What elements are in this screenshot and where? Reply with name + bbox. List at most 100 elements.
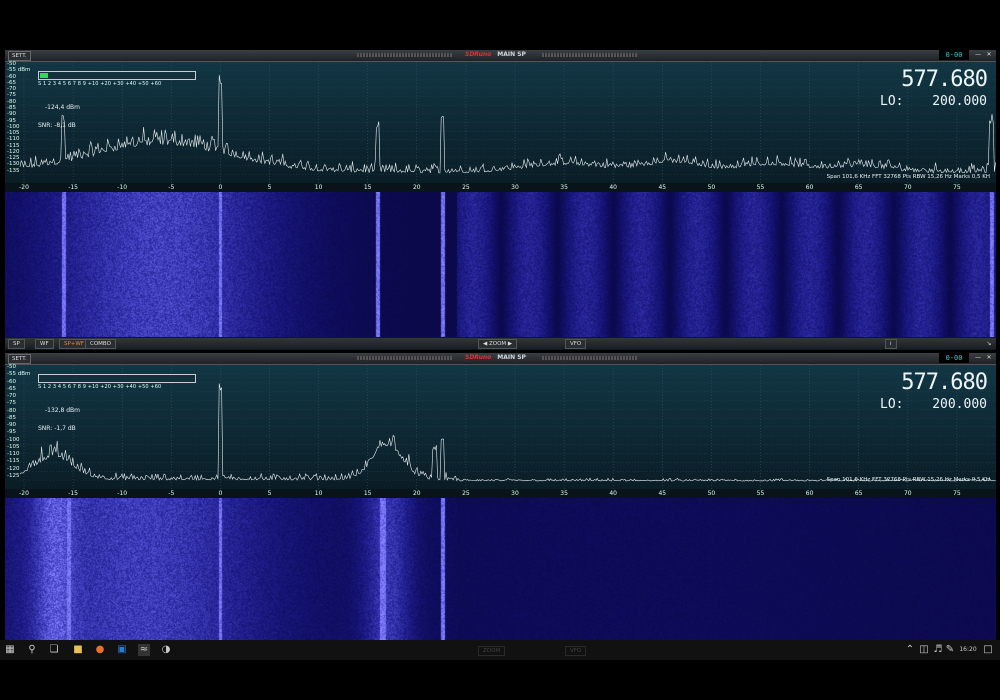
freq-tick-label: -20 — [19, 184, 29, 191]
db-tick-label: -70 — [7, 86, 16, 93]
panel-toolbar: SP WF SP+WF COMBO ◀ ZOOM ▶ VFO i ↘ — [5, 338, 996, 349]
freq-tick-label: -15 — [68, 490, 78, 497]
zoom-left-icon[interactable]: ◀ — [483, 341, 487, 347]
freq-tick-label: 60 — [805, 490, 814, 497]
chevron-up-icon[interactable]: ⌃ — [904, 644, 916, 656]
network-icon[interactable]: ◫ — [918, 644, 930, 656]
close-icon[interactable]: ✕ — [985, 51, 993, 59]
freq-tick-label: -20 — [19, 490, 29, 497]
close-icon[interactable]: ✕ — [985, 354, 993, 362]
freq-tick-label: 55 — [756, 490, 765, 497]
freq-tick-label: 25 — [462, 184, 470, 191]
counter-display: 0-00 — [939, 353, 969, 363]
freq-tick-label: 35 — [560, 490, 568, 497]
file-explorer-icon[interactable]: ■ — [72, 644, 84, 656]
sett-button[interactable]: SETT. — [8, 51, 31, 61]
db-tick-label: -55 dBm — [7, 371, 31, 378]
sett-button[interactable]: SETT. — [8, 354, 31, 364]
minimize-icon[interactable]: — — [974, 51, 982, 59]
db-tick-label: -135 — [7, 167, 20, 174]
db-tick-label: -50 — [7, 61, 16, 67]
lo-frequency[interactable]: 200.000 — [932, 94, 987, 109]
frequency-axis: -20 -15 -10 -5 0 5 10 15 20 25 30 35 40 45 50 55 60 65 70 7… — [5, 183, 996, 192]
windows-start-icon[interactable]: ▦ — [4, 644, 16, 656]
clock[interactable]: 16:20 — [956, 644, 980, 656]
zoom-right-icon[interactable]: ▶ — [508, 341, 512, 347]
titlebar-grip — [542, 53, 637, 57]
spectrum-display[interactable]: S 1 2 3 4 5 6 7 8 9 +10 +20 +30 +40 +50 … — [5, 61, 996, 183]
db-tick-label: -110 — [7, 451, 20, 457]
s-meter — [38, 71, 196, 80]
sdruno-app-icon[interactable]: ≈ — [138, 644, 150, 656]
db-tick-label: -115 — [7, 458, 20, 465]
s-meter-scale: S 1 2 3 4 5 6 7 8 9 +10 +20 +30 +40 +50 … — [38, 384, 162, 390]
freq-tick-label: 50 — [707, 184, 716, 191]
minimize-icon[interactable]: — — [974, 354, 982, 362]
sp-mode-button[interactable]: SP — [8, 339, 25, 349]
volume-icon[interactable]: ♬ — [932, 644, 944, 656]
combo-mode-button[interactable]: COMBO — [85, 339, 116, 349]
db-tick-label: -70 — [7, 393, 16, 399]
power-readout: -132,8 dBm — [45, 407, 81, 414]
freq-tick-label: 70 — [903, 490, 912, 497]
ghost-vfo-button: VFO — [565, 646, 587, 656]
freq-tick-label: 15 — [363, 490, 372, 497]
db-tick-label: -105 — [7, 130, 20, 137]
freq-tick-label: -15 — [68, 184, 78, 191]
outlook-icon[interactable]: ▣ — [116, 644, 128, 656]
spectrum-display[interactable]: S 1 2 3 4 5 6 7 8 9 +10 +20 +30 +40 +50 … — [5, 364, 996, 489]
db-tick-label: -105 — [7, 443, 20, 450]
zoom-label: ZOOM — [488, 341, 507, 347]
titlebar-grip — [357, 53, 452, 57]
titlebar-grip — [542, 356, 637, 360]
freq-tick-label: 5 — [267, 490, 272, 497]
freq-tick-label: 40 — [609, 184, 618, 191]
freq-tick-label: 65 — [854, 490, 863, 497]
waterfall[interactable] — [5, 498, 996, 640]
brand-label: SDRuno — [465, 51, 492, 58]
snr-readout: SNR: -8,1 dB — [38, 122, 76, 129]
frequency-axis: -20 -15 -10 -5 0 5 10 15 20 25 30 35 40 45 50 55 60 65 70 7… — [5, 489, 996, 498]
notifications-icon[interactable]: □ — [982, 644, 994, 656]
db-tick-label: -60 — [7, 73, 16, 80]
waterfall[interactable] — [5, 192, 996, 337]
freq-tick-label: 5 — [267, 184, 272, 191]
db-tick-label: -60 — [7, 378, 16, 385]
db-tick-label: -65 — [7, 385, 16, 392]
firefox-icon[interactable]: ● — [94, 644, 106, 656]
search-icon[interactable]: ⚲ — [26, 644, 38, 656]
db-tick-label: -125 — [7, 155, 20, 162]
db-tick-label: -55 dBm — [7, 67, 31, 74]
db-tick-label: -100 — [7, 123, 20, 130]
resize-icon[interactable]: ↘ — [985, 340, 993, 348]
vfo-frequency[interactable]: 577.680 — [901, 67, 988, 92]
zoom-control[interactable]: ◀ ZOOM ▶ — [478, 339, 518, 349]
freq-tick-label: 40 — [609, 490, 618, 497]
freq-tick-label: 30 — [511, 184, 519, 191]
brand-label: SDRuno — [465, 354, 492, 361]
freq-tick-label: -10 — [117, 184, 128, 191]
freq-tick-label: -5 — [168, 184, 175, 191]
s-meter-scale: S 1 2 3 4 5 6 7 8 9 +10 +20 +30 +40 +50 … — [38, 81, 162, 87]
db-tick-label: -130 — [7, 161, 20, 168]
vfo-frequency[interactable]: 577.680 — [901, 370, 988, 395]
freq-tick-label: 55 — [756, 184, 765, 191]
s-meter-fill — [40, 73, 48, 78]
titlebar[interactable]: SETT. SDRuno MAIN SP 0-00 — ✕ — [5, 353, 996, 365]
db-tick-label: -95 — [7, 117, 16, 124]
app-icon[interactable]: ◑ — [160, 644, 172, 656]
db-tick-label: -75 — [7, 400, 16, 407]
spectrum-trace — [19, 75, 996, 174]
spectrum-trace — [19, 383, 996, 482]
info-button[interactable]: i — [885, 339, 897, 349]
db-tick-label: -115 — [7, 142, 20, 149]
titlebar[interactable]: SETT. SDRuno MAIN SP 0-00 — ✕ — [5, 50, 996, 62]
task-view-icon[interactable]: ❏ — [48, 644, 60, 656]
zoom-label-ghost: ZOOM — [483, 648, 501, 654]
language-icon[interactable]: ✎ — [944, 644, 956, 656]
vfo-button[interactable]: VFO — [565, 339, 587, 349]
wf-mode-button[interactable]: WF — [35, 339, 54, 349]
bottom-spectrum-window: SETT. SDRuno MAIN SP 0-00 — ✕ S 1 2 3 4 5… — [5, 353, 996, 640]
db-tick-label: -85 — [7, 104, 16, 111]
lo-frequency[interactable]: 200.000 — [932, 397, 987, 412]
